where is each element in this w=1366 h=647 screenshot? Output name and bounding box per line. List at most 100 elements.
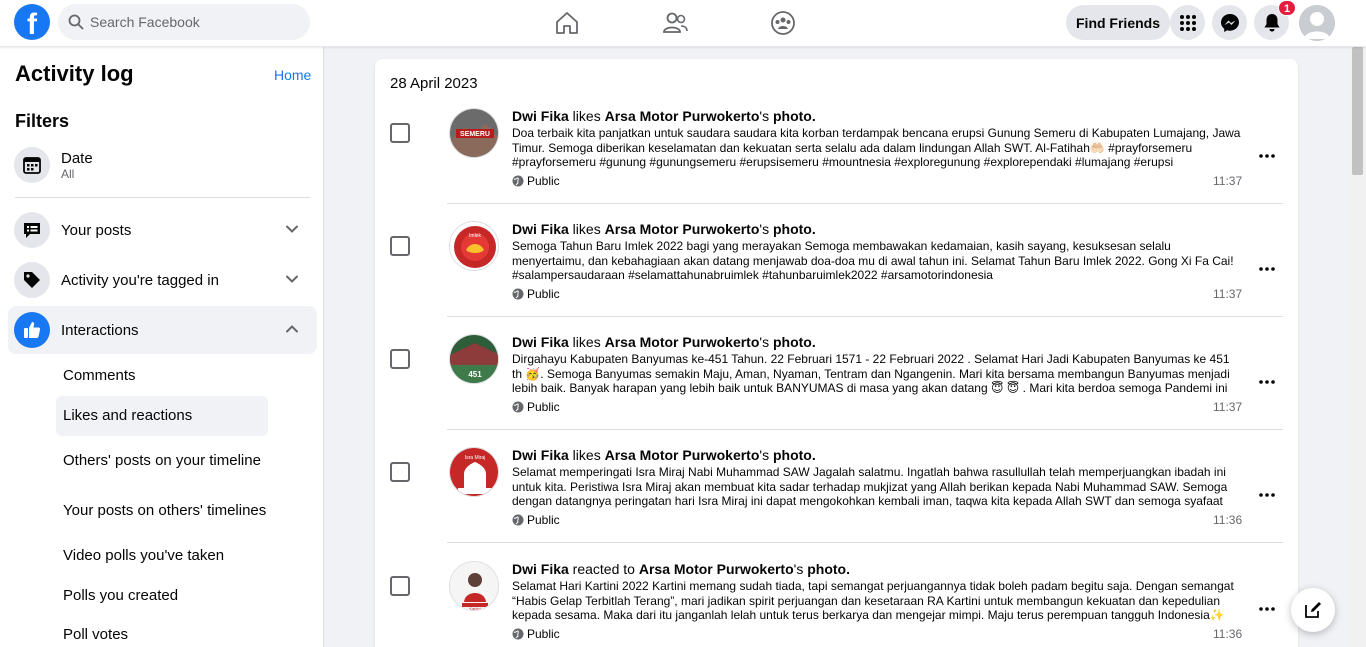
select-checkbox[interactable]	[390, 123, 410, 143]
target-name[interactable]: Arsa Motor Purwokerto	[605, 221, 760, 237]
friends-icon[interactable]	[660, 8, 690, 38]
sidebar-item-tagged[interactable]: Activity you're tagged in	[8, 256, 317, 304]
sidebar-divider	[15, 197, 310, 198]
sidebar-subitem-video-polls[interactable]: Video polls you've taken	[56, 536, 268, 576]
target-name[interactable]: Arsa Motor Purwokerto	[605, 334, 760, 350]
post-thumbnail[interactable]: Imlek	[449, 221, 499, 271]
entry-time: 11:37	[1213, 174, 1243, 188]
activity-list-card: 28 April 2023 SEMERU Dwi Fika likes Arsa…	[375, 59, 1298, 647]
home-link[interactable]: Home	[274, 67, 311, 83]
actor-name[interactable]: Dwi Fika	[512, 447, 569, 463]
more-options-icon[interactable]	[1255, 146, 1279, 166]
select-checkbox[interactable]	[390, 236, 410, 256]
find-friends-button[interactable]: Find Friends	[1066, 5, 1170, 40]
more-options-icon[interactable]	[1255, 485, 1279, 505]
search-input[interactable]	[90, 14, 290, 30]
page-scrollbar[interactable]	[1349, 47, 1366, 647]
target-name[interactable]: Arsa Motor Purwokerto	[639, 561, 794, 577]
thumb-caption: Isra Miraj	[465, 455, 486, 461]
target-name[interactable]: Arsa Motor Purwokerto	[605, 108, 760, 124]
sidebar-subitem-comments[interactable]: Comments	[56, 356, 268, 396]
privacy-label: Public	[527, 400, 560, 414]
new-message-button[interactable]	[1291, 588, 1335, 632]
object-link[interactable]: photo.	[773, 447, 816, 463]
activity-entry: Imlek Dwi Fika likes Arsa Motor Purwoker…	[375, 221, 1298, 334]
date-filter-value: All	[61, 166, 75, 181]
select-checkbox[interactable]	[390, 462, 410, 482]
facebook-logo[interactable]: f	[14, 4, 50, 40]
sidebar-subitem-likes-and-reactions[interactable]: Likes and reactions	[56, 396, 268, 436]
sidebar-item-your-posts[interactable]: Your posts	[8, 206, 317, 254]
scrollbar-thumb[interactable]	[1352, 47, 1363, 175]
sidebar-subitem-others-posts[interactable]: Others' posts on your timeline	[56, 442, 268, 480]
sidebar-item-label: Activity you're tagged in	[61, 271, 219, 289]
post-icon	[14, 212, 50, 248]
actor-name[interactable]: Dwi Fika	[512, 221, 569, 237]
activity-entry: Isra Miraj Dwi Fika likes Arsa Motor Pur…	[375, 447, 1298, 560]
groups-icon[interactable]	[768, 8, 798, 38]
more-options-icon[interactable]	[1255, 372, 1279, 392]
entry-divider	[447, 203, 1283, 204]
entry-possessive: 's	[759, 221, 773, 237]
thumb-caption: Kartini	[469, 606, 480, 611]
actor-name[interactable]: Dwi Fika	[512, 561, 569, 577]
object-link[interactable]: photo.	[773, 334, 816, 350]
privacy-indicator: Public	[512, 627, 560, 641]
compose-icon	[1305, 602, 1321, 618]
thumb-caption: 451	[468, 370, 482, 379]
profile-avatar[interactable]	[1299, 5, 1335, 41]
entry-possessive: 's	[793, 561, 808, 577]
sidebar-subitem-poll-votes[interactable]: Poll votes	[56, 615, 268, 647]
actor-name[interactable]: Dwi Fika	[512, 334, 569, 350]
entry-verb: likes	[568, 221, 605, 237]
thumb-caption: Imlek	[469, 233, 481, 239]
privacy-indicator: Public	[512, 287, 560, 301]
entry-headline: Dwi Fika reacted to Arsa Motor Purwokert…	[512, 561, 850, 577]
top-navigation-bar: f Find Friends 1	[0, 0, 1366, 47]
entry-possessive: 's	[759, 334, 773, 350]
entry-verb: likes	[568, 108, 605, 124]
object-link[interactable]: photo.	[773, 108, 816, 124]
entry-possessive: 's	[759, 447, 773, 463]
select-checkbox[interactable]	[390, 349, 410, 369]
entry-headline: Dwi Fika likes Arsa Motor Purwokerto's p…	[512, 447, 816, 463]
date-heading: 28 April 2023	[390, 75, 478, 92]
sidebar-subitem-polls-created[interactable]: Polls you created	[56, 576, 268, 616]
globe-icon	[512, 401, 524, 413]
globe-icon	[512, 514, 524, 526]
sidebar-item-interactions[interactable]: Interactions	[8, 306, 317, 354]
more-options-icon[interactable]	[1255, 259, 1279, 279]
more-options-icon[interactable]	[1255, 599, 1279, 619]
post-thumbnail[interactable]: SEMERU	[449, 108, 499, 158]
date-filter[interactable]: Date All	[8, 141, 317, 189]
entry-divider	[447, 429, 1283, 430]
post-thumbnail[interactable]: Isra Miraj	[449, 447, 499, 497]
entry-headline: Dwi Fika likes Arsa Motor Purwokerto's p…	[512, 221, 816, 237]
date-filter-label: Date	[61, 149, 93, 167]
menu-grid-icon[interactable]	[1170, 5, 1205, 40]
home-icon[interactable]	[552, 8, 582, 38]
activity-log-sidebar: Activity log Home Filters Date All Your …	[0, 47, 324, 647]
object-link[interactable]: photo.	[773, 221, 816, 237]
sidebar-subitem-posts-on-others[interactable]: Your posts on others' timelines	[56, 492, 268, 530]
activity-entry: SEMERU Dwi Fika likes Arsa Motor Purwoke…	[375, 108, 1298, 221]
privacy-indicator: Public	[512, 513, 560, 527]
post-thumbnail[interactable]: Kartini	[449, 561, 499, 611]
object-link[interactable]: photo.	[807, 561, 850, 577]
post-thumbnail[interactable]: 451	[449, 334, 499, 384]
globe-icon	[512, 628, 524, 640]
actor-name[interactable]: Dwi Fika	[512, 108, 569, 124]
entry-possessive: 's	[759, 108, 773, 124]
globe-icon	[512, 175, 524, 187]
select-checkbox[interactable]	[390, 576, 410, 596]
entry-time: 11:37	[1213, 287, 1243, 301]
target-name[interactable]: Arsa Motor Purwokerto	[605, 447, 760, 463]
sidebar-item-label: Your posts	[61, 221, 132, 239]
entry-body: Doa terbaik kita panjatkan untuk saudara…	[512, 126, 1241, 170]
search-box[interactable]	[58, 4, 310, 40]
entry-headline: Dwi Fika likes Arsa Motor Purwokerto's p…	[512, 334, 816, 350]
privacy-indicator: Public	[512, 400, 560, 414]
messenger-icon[interactable]	[1212, 5, 1247, 40]
entry-verb: reacted to	[568, 561, 639, 577]
entry-headline: Dwi Fika likes Arsa Motor Purwokerto's p…	[512, 108, 816, 124]
